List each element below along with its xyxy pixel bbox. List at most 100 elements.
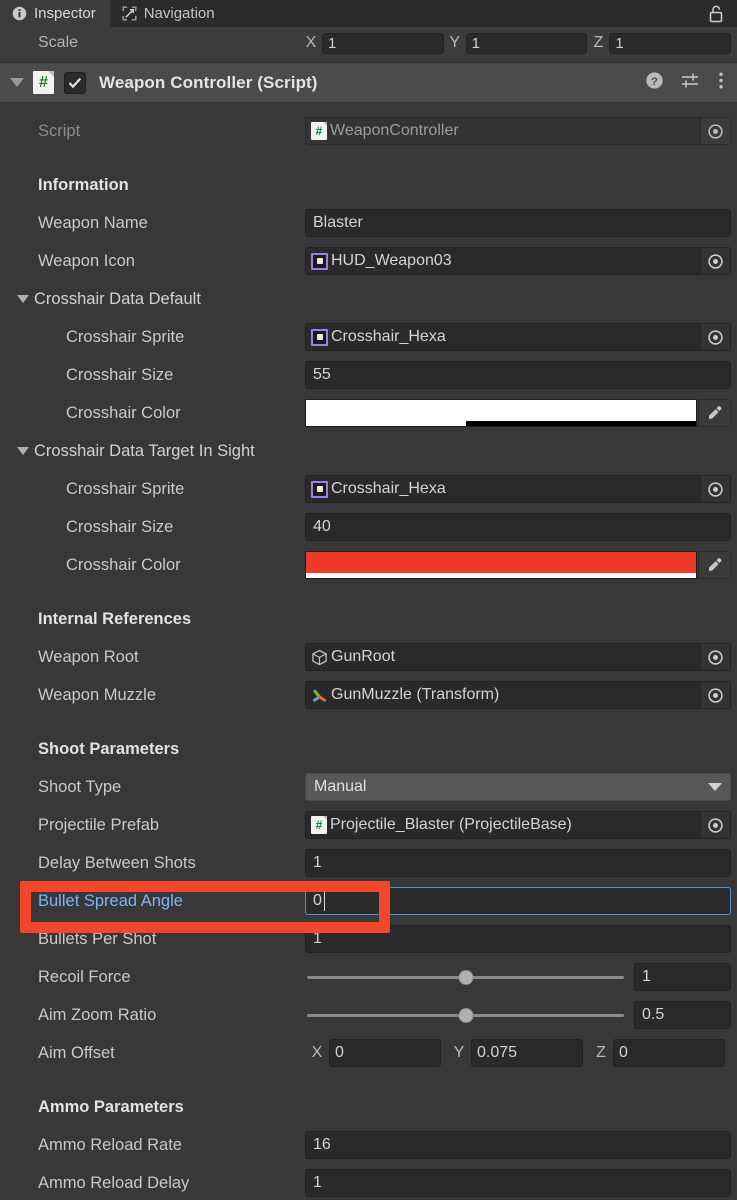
recoil-force-input[interactable]: 1 [634,963,731,991]
scale-z-group: Z 1 [587,32,732,54]
lock-open-icon[interactable] [708,0,737,27]
crosshair-target-sprite-value: Crosshair_Hexa [331,480,446,497]
crosshair-target-foldout[interactable]: Crosshair Data Target In Sight [0,442,255,461]
projectile-prefab-label: Projectile Prefab [38,815,160,834]
aim-offset-y-letter: Y [453,1044,465,1061]
tab-navigation[interactable]: Navigation [110,0,229,27]
weapon-muzzle-row: Weapon Muzzle GunMuzzle (Transform) [0,676,737,714]
projectile-prefab-object-picker-button[interactable] [700,812,730,838]
aim-offset-z-input[interactable]: 0 [613,1039,725,1067]
delay-between-shots-input[interactable]: 1 [305,849,731,877]
gameobject-cube-icon [311,649,328,666]
weapon-root-object-picker-button[interactable] [700,644,730,670]
crosshair-target-sprite-label: Crosshair Sprite [66,479,185,498]
crosshair-target-sprite-object-picker-button[interactable] [700,476,730,502]
aim-zoom-ratio-input[interactable]: 0.5 [634,1001,731,1029]
bullet-spread-angle-row: Bullet Spread Angle 0 [0,882,737,920]
crosshair-default-foldout-label: Crosshair Data Default [34,289,201,308]
weapon-controller-component-header[interactable]: # Weapon Controller (Script) ? [0,62,737,103]
component-enabled-checkbox[interactable] [64,71,86,94]
tab-inspector-label: Inspector [34,5,96,22]
aim-offset-x-input[interactable]: 0 [329,1039,441,1067]
crosshair-target-color-row: Crosshair Color [0,546,737,584]
component-foldout-icon[interactable] [10,78,24,87]
projectile-prefab-row: Projectile Prefab # Projectile_Blaster (… [0,806,737,844]
bullets-per-shot-label: Bullets Per Shot [38,929,157,948]
crosshair-default-color-label: Crosshair Color [66,403,181,422]
aim-offset-y-input[interactable]: 0.075 [471,1039,583,1067]
help-icon[interactable]: ? [645,71,664,95]
crosshair-default-sprite-object-picker-button[interactable] [700,324,730,350]
tab-inspector[interactable]: Inspector [0,0,110,27]
scale-y-input[interactable]: 1 [465,32,588,54]
ammo-reload-rate-label: Ammo Reload Rate [38,1135,182,1154]
weapon-muzzle-value: GunMuzzle (Transform) [331,686,500,703]
delay-between-shots-label: Delay Between Shots [38,853,196,872]
scale-x-input[interactable]: 1 [322,32,444,54]
internal-references-section-header-row: Internal References [0,600,737,638]
ammo-reload-delay-label: Ammo Reload Delay [38,1173,190,1192]
crosshair-default-foldout[interactable]: Crosshair Data Default [0,290,201,309]
crosshair-target-size-input[interactable]: 40 [305,513,731,541]
component-header-actions: ? [645,71,724,95]
foldout-triangle-icon[interactable] [17,295,29,303]
internal-references-section-header: Internal References [38,609,192,628]
chevron-down-icon [708,783,722,791]
sprite-icon [311,252,328,270]
info-icon [12,6,27,21]
ammo-parameters-section-header-row: Ammo Parameters [0,1088,737,1126]
shoot-type-value: Manual [314,778,367,795]
transform-axes-icon [311,687,328,704]
bullet-spread-angle-input[interactable]: 0 [305,887,731,915]
script-label: Script [38,121,81,140]
projectile-prefab-field[interactable]: # Projectile_Blaster (ProjectileBase) [305,811,731,839]
crosshair-target-foldout-label: Crosshair Data Target In Sight [34,441,255,460]
ammo-reload-rate-row: Ammo Reload Rate 16 [0,1126,737,1164]
weapon-icon-object-picker-button[interactable] [700,248,730,274]
foldout-triangle-icon[interactable] [17,447,29,455]
aim-offset-z-letter: Z [596,1044,606,1061]
crosshair-target-color-swatch[interactable] [305,551,697,579]
kebab-menu-icon[interactable] [718,71,724,95]
weapon-muzzle-object-picker-button[interactable] [700,682,730,708]
slider-knob[interactable] [458,1007,473,1023]
bullet-spread-angle-label: Bullet Spread Angle [38,891,183,910]
bullets-per-shot-input[interactable]: 1 [305,925,731,953]
scale-label: Scale [38,34,79,51]
crosshair-target-size-row: Crosshair Size 40 [0,508,737,546]
ammo-reload-rate-input[interactable]: 16 [305,1131,731,1159]
recoil-force-slider[interactable] [305,963,626,991]
script-object-picker-button[interactable] [700,118,730,144]
weapon-icon-field[interactable]: HUD_Weapon03 [305,247,731,275]
crosshair-default-size-input[interactable]: 55 [305,361,731,389]
svg-text:?: ? [651,75,658,87]
aim-offset-vector3: X 0 Y 0.075 Z 0 [305,1039,731,1067]
crosshair-default-eyedropper-button[interactable] [698,399,731,427]
slider-knob[interactable] [458,969,473,985]
scale-z-letter: Z [593,34,604,51]
crosshair-default-sprite-field[interactable]: Crosshair_Hexa [305,323,731,351]
weapon-icon-label: Weapon Icon [38,251,135,270]
crosshair-default-color-swatch[interactable] [305,399,697,427]
projectile-prefab-value: Projectile_Blaster (ProjectileBase) [330,816,572,833]
delay-between-shots-row: Delay Between Shots 1 [0,844,737,882]
weapon-name-input[interactable]: Blaster [305,209,731,237]
ammo-reload-delay-input[interactable]: 1 [305,1169,731,1197]
aim-zoom-ratio-slider[interactable] [305,1001,626,1029]
weapon-muzzle-field[interactable]: GunMuzzle (Transform) [305,681,731,709]
crosshair-target-foldout-row[interactable]: Crosshair Data Target In Sight [0,432,737,470]
script-field: # WeaponController [305,117,731,145]
script-row: Script # WeaponController [0,112,737,150]
crosshair-target-eyedropper-button[interactable] [698,551,731,579]
navigation-icon [122,6,137,21]
weapon-root-field[interactable]: GunRoot [305,643,731,671]
crosshair-target-sprite-field[interactable]: Crosshair_Hexa [305,475,731,503]
crosshair-default-foldout-row[interactable]: Crosshair Data Default [0,280,737,318]
aim-offset-x-letter: X [311,1044,323,1061]
preset-sliders-icon[interactable] [681,71,701,95]
shoot-type-dropdown[interactable]: Manual [305,773,731,801]
text-caret [323,891,326,911]
crosshair-default-sprite-value: Crosshair_Hexa [331,328,446,345]
aim-zoom-ratio-row: Aim Zoom Ratio 0.5 [0,996,737,1034]
scale-z-input[interactable]: 1 [609,32,732,54]
